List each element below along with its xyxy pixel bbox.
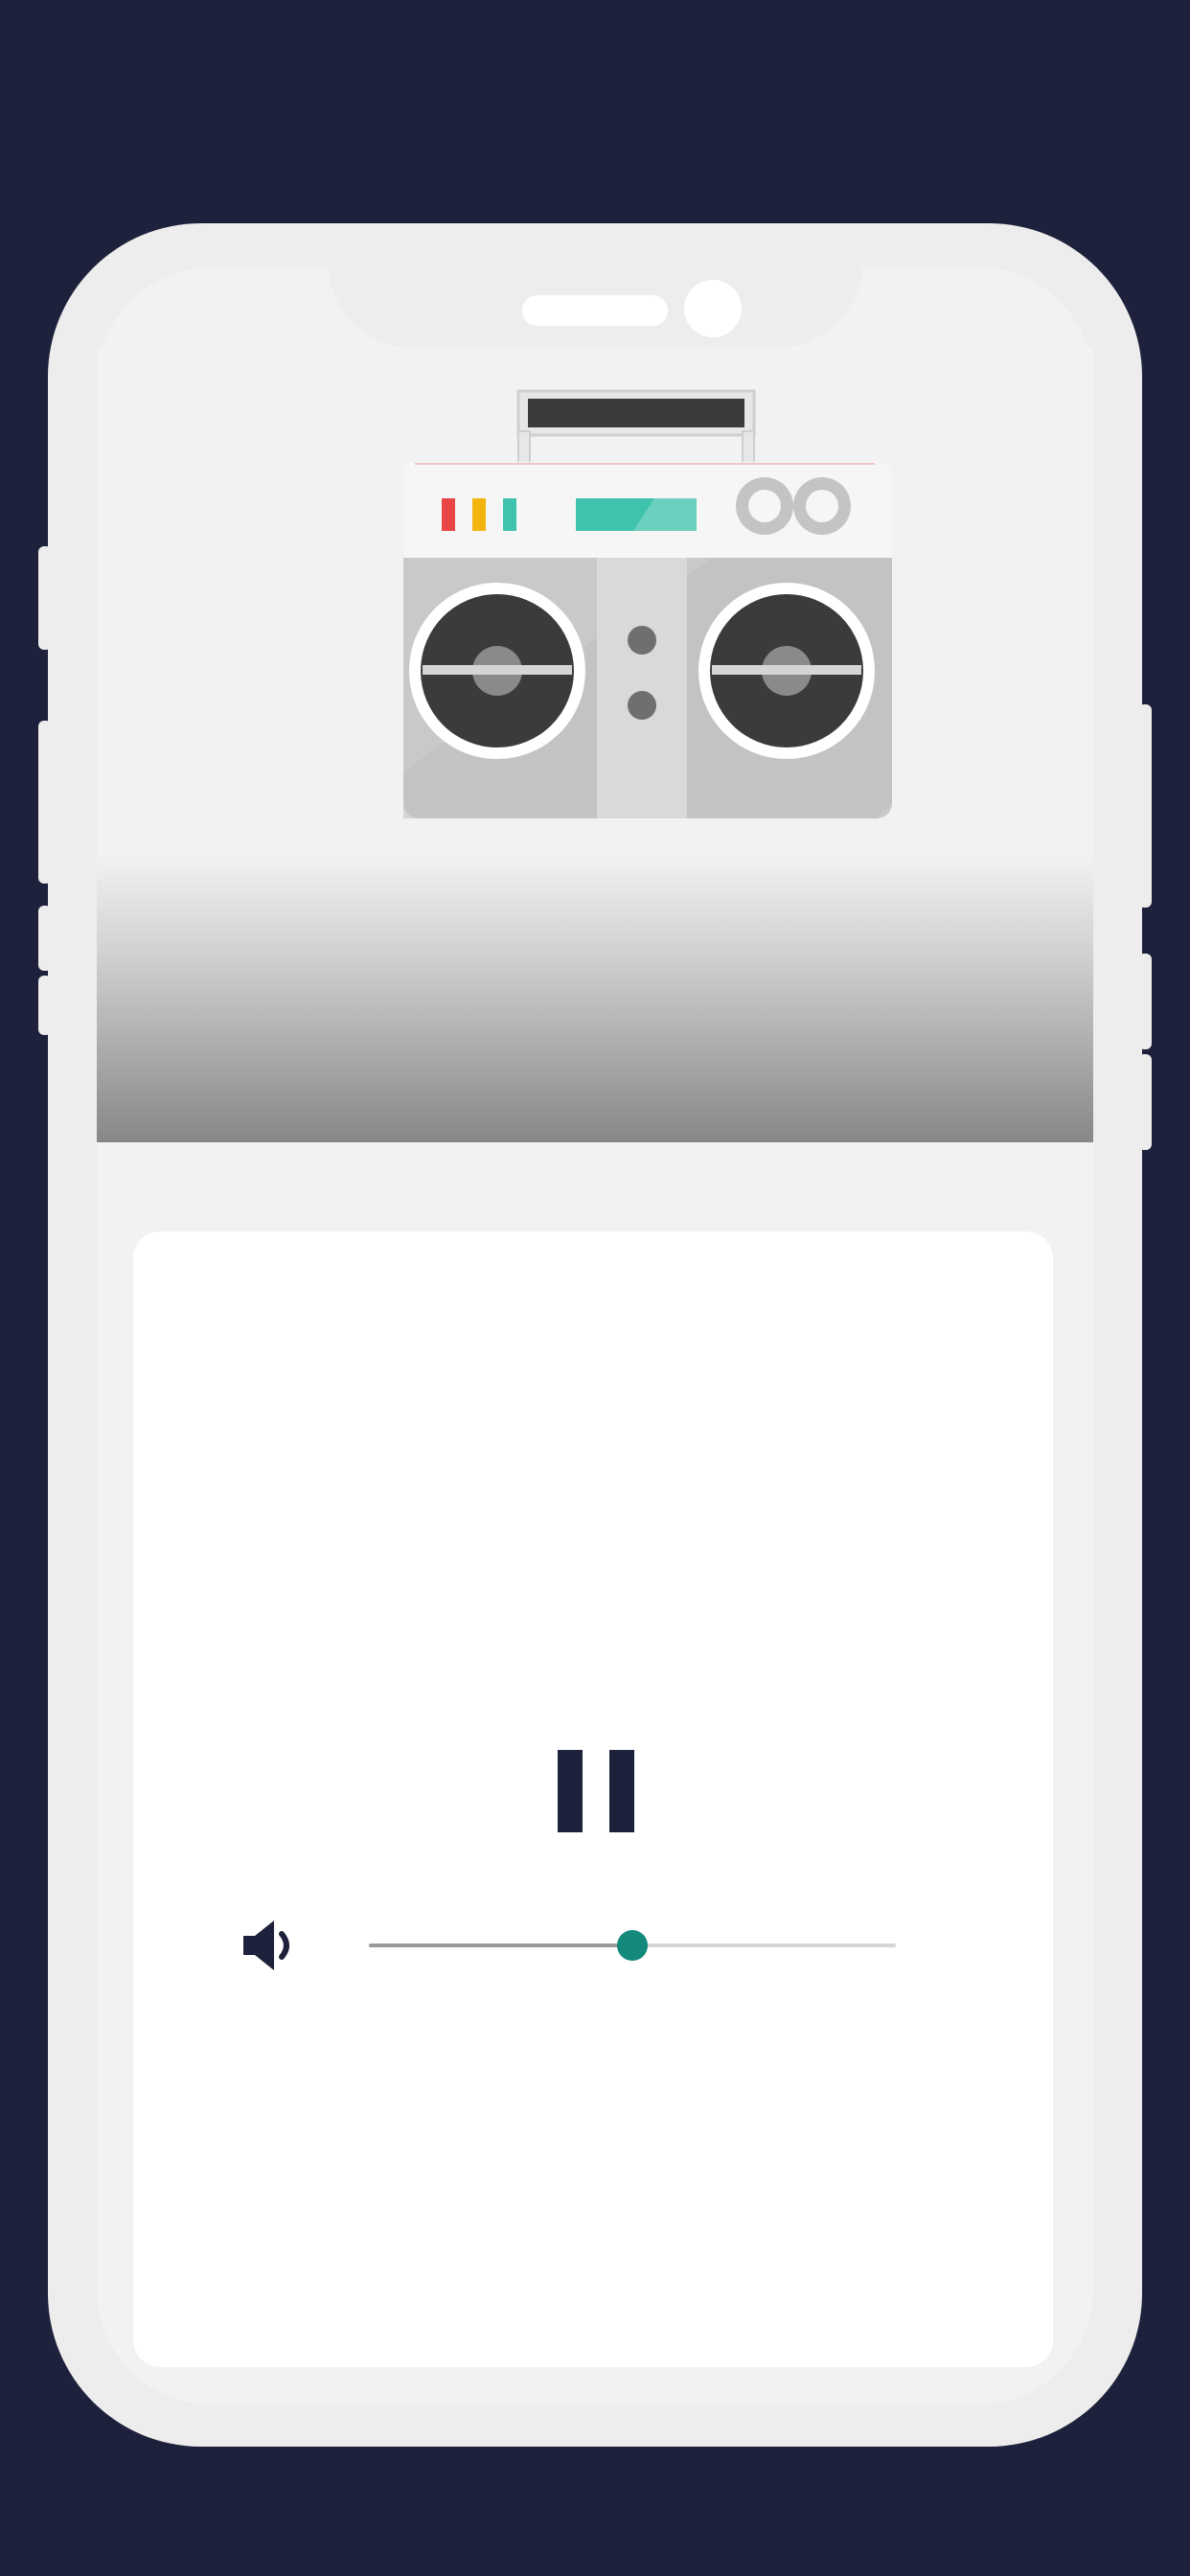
boombox-icon (403, 389, 892, 818)
phone-side-button (38, 906, 52, 971)
indicator-yellow (472, 498, 486, 531)
volume-slider-thumb[interactable] (617, 1930, 648, 1961)
phone-notch (328, 223, 862, 348)
earpiece-speaker (522, 295, 668, 326)
header-gradient (97, 855, 1093, 1142)
phone-side-button (1138, 1054, 1152, 1150)
phone-side-button (38, 546, 52, 650)
phone-side-button (38, 721, 52, 884)
volume-slider[interactable] (369, 1926, 896, 1965)
indicator-red (442, 498, 455, 531)
volume-slider-fill (369, 1944, 632, 1947)
album-art-header (97, 347, 1093, 1142)
phone-side-button (1138, 954, 1152, 1049)
phone-side-button (38, 976, 52, 1035)
volume-icon[interactable] (240, 1912, 299, 1979)
front-camera (684, 280, 742, 337)
pause-button[interactable] (548, 1746, 644, 1836)
indicator-teal (503, 498, 516, 531)
phone-side-button (1138, 704, 1152, 908)
